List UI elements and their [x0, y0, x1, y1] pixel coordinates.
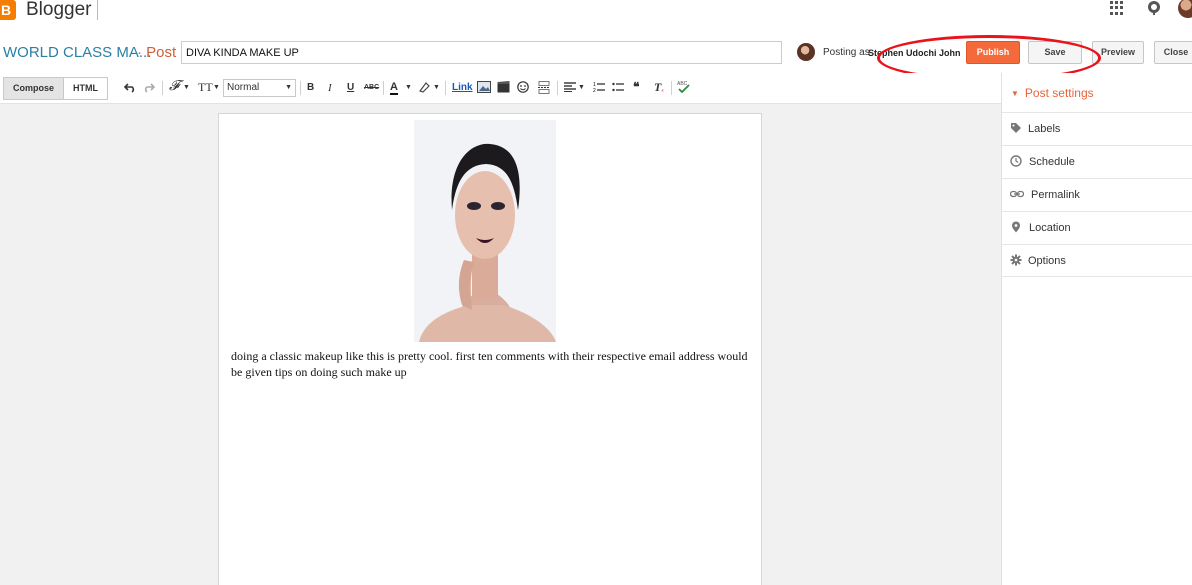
post-title-input[interactable]: [181, 41, 782, 64]
text-color-icon[interactable]: A: [390, 82, 398, 95]
poster-name: Stephen Udochi John: [868, 48, 961, 58]
post-settings-sidebar: ▼ Post settings Labels Schedule Permalink…: [1001, 73, 1192, 585]
italic-button[interactable]: I: [328, 82, 332, 94]
chevron-down-icon: ▼: [405, 84, 412, 91]
toolbar-divider: [162, 81, 163, 95]
sidebar-item-location[interactable]: Location: [1002, 211, 1192, 244]
post-breadcrumb: · Post: [137, 44, 177, 61]
toolbar-divider: [300, 81, 301, 95]
editor-canvas: doing a classic makeup like this is pret…: [0, 104, 1001, 585]
bulleted-list-icon[interactable]: [612, 81, 624, 93]
quote-icon[interactable]: ❝: [633, 80, 639, 94]
posting-as-label: Posting as: [823, 47, 870, 58]
editor-toolbar: Compose HTML 𝓕 ▼ TT ▼ Normal ▼ B I U ABC…: [0, 73, 1001, 104]
post-body-text[interactable]: doing a classic makeup like this is pret…: [231, 348, 751, 380]
post-image[interactable]: [414, 120, 556, 342]
emoji-icon[interactable]: [517, 81, 529, 93]
post-settings-header[interactable]: ▼ Post settings: [1011, 86, 1094, 100]
insert-image-icon[interactable]: [477, 81, 491, 93]
sidebar-item-options[interactable]: Options: [1002, 244, 1192, 277]
triangle-down-icon: ▼: [1011, 89, 1019, 98]
brand-divider: [97, 0, 98, 20]
post-settings-title: Post settings: [1024, 86, 1094, 100]
font-family-icon[interactable]: 𝓕: [169, 79, 179, 95]
remove-formatting-icon[interactable]: Tₓ: [654, 80, 664, 95]
sidebar-item-labels[interactable]: Labels: [1002, 112, 1192, 145]
strikethrough-button[interactable]: ABC: [364, 84, 379, 91]
chevron-down-icon: ▼: [213, 84, 220, 91]
blog-title-link[interactable]: WORLD CLASS MA...: [3, 44, 151, 61]
sidebar-item-label: Labels: [1028, 123, 1061, 135]
highlight-color-icon[interactable]: [418, 81, 430, 93]
post-body-editor[interactable]: doing a classic makeup like this is pret…: [218, 113, 762, 585]
undo-icon[interactable]: [124, 83, 136, 93]
numbered-list-icon[interactable]: 12: [593, 81, 605, 93]
toolbar-divider: [445, 81, 446, 95]
sidebar-item-label: Permalink: [1031, 189, 1080, 201]
apps-grid-icon[interactable]: [1110, 1, 1124, 15]
align-icon[interactable]: [564, 82, 576, 92]
tab-compose[interactable]: Compose: [4, 78, 65, 99]
underline-button[interactable]: U: [347, 82, 354, 93]
blogger-logo-icon[interactable]: B: [0, 0, 16, 20]
save-button[interactable]: Save: [1028, 41, 1082, 64]
preview-button[interactable]: Preview: [1092, 41, 1144, 64]
toolbar-divider: [557, 81, 558, 95]
publish-button[interactable]: Publish: [966, 41, 1020, 64]
svg-text:ABC: ABC: [677, 81, 688, 87]
location-pin-icon: [1012, 221, 1020, 233]
top-bar: B Blogger: [0, 0, 1192, 33]
close-button[interactable]: Close: [1154, 41, 1192, 64]
chevron-down-icon: ▼: [433, 84, 440, 91]
brand-name[interactable]: Blogger: [26, 0, 92, 21]
sidebar-item-label: Location: [1029, 222, 1071, 234]
sidebar-item-label: Schedule: [1029, 156, 1075, 168]
insert-video-icon[interactable]: [497, 81, 510, 93]
bold-button[interactable]: B: [307, 82, 314, 93]
link-icon: [1010, 190, 1024, 198]
tag-icon: [1011, 123, 1021, 133]
post-header: WORLD CLASS MA... · Post Posting as Step…: [0, 33, 1192, 73]
jump-break-icon[interactable]: [538, 81, 550, 94]
chevron-down-icon: ▼: [183, 84, 190, 91]
font-size-icon[interactable]: TT: [198, 80, 213, 95]
account-avatar[interactable]: [1178, 0, 1192, 18]
gear-icon: [1010, 254, 1022, 266]
insert-link-button[interactable]: Link: [452, 82, 473, 93]
clock-icon: [1010, 155, 1022, 167]
sidebar-item-schedule[interactable]: Schedule: [1002, 145, 1192, 178]
toolbar-divider: [671, 81, 672, 95]
spellcheck-icon[interactable]: ABC: [677, 80, 690, 94]
sidebar-item-permalink[interactable]: Permalink: [1002, 178, 1192, 211]
toolbar-divider: [383, 81, 384, 95]
chevron-down-icon: ▼: [578, 84, 585, 91]
tab-html[interactable]: HTML: [64, 78, 108, 99]
poster-avatar: [797, 43, 815, 61]
chevron-down-icon: ▼: [285, 84, 292, 91]
notifications-icon[interactable]: [1146, 0, 1162, 16]
redo-icon[interactable]: [143, 83, 155, 93]
format-value: Normal: [227, 82, 260, 93]
paragraph-format-select[interactable]: Normal ▼: [223, 79, 296, 97]
sidebar-item-label: Options: [1028, 255, 1066, 267]
mode-tabs: Compose HTML: [3, 77, 109, 100]
svg-text:2: 2: [593, 88, 596, 93]
